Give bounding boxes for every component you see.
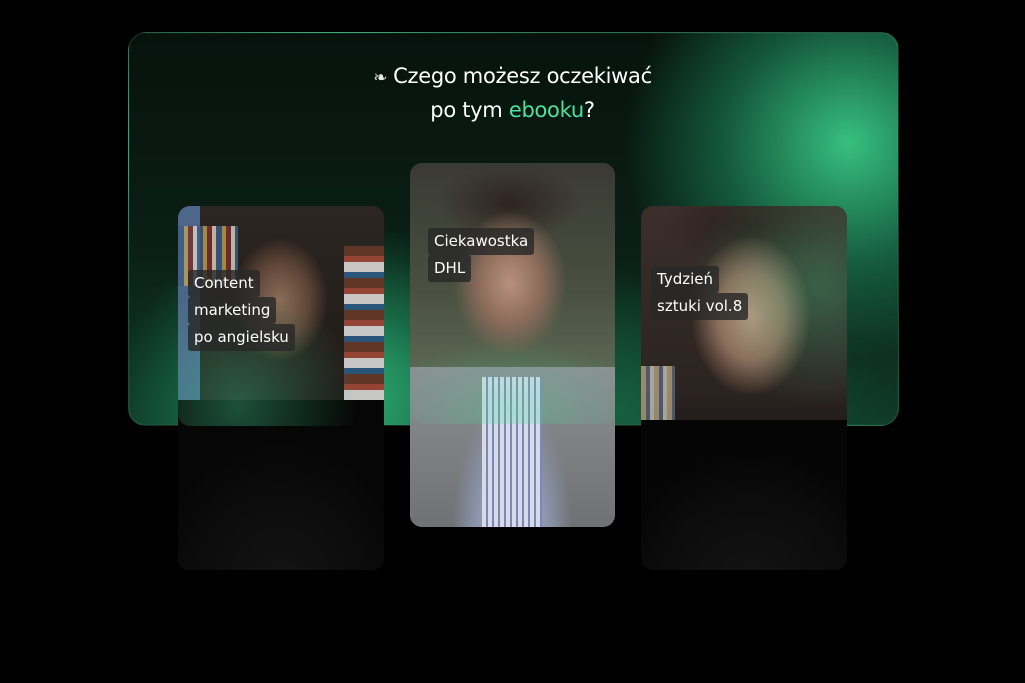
video-card-caption-line: po angielsku	[188, 324, 295, 351]
speaker-image	[641, 420, 847, 570]
heading-line-2-suffix: ?	[583, 98, 595, 122]
video-card-caption-line: DHL	[428, 255, 472, 282]
video-card-caption-line: Ciekawostka	[428, 228, 535, 255]
section-heading: ❧ Czego możesz oczekiwać po tym ebooku?	[0, 60, 1025, 126]
heading-line-2-prefix: po tym	[430, 98, 509, 122]
video-card-tydzien-sztuki[interactable]	[641, 206, 847, 570]
page: ❧ Czego możesz oczekiwać po tym ebooku? C…	[0, 0, 1025, 683]
video-card-caption-line: Content	[188, 270, 260, 297]
heading-line-2: po tym ebooku?	[0, 94, 1025, 126]
heading-accent-word: ebooku	[508, 98, 584, 122]
video-card-ciekawostka-dhl[interactable]	[410, 163, 615, 527]
video-card-caption-line: sztuki vol.8	[651, 293, 749, 320]
shirt-image	[482, 377, 542, 527]
video-card-caption-line: marketing	[188, 297, 277, 324]
heading-line-1-text: Czego możesz oczekiwać	[393, 64, 652, 88]
bookshelf-image	[344, 246, 384, 406]
video-card-caption-line: Tydzień	[651, 266, 720, 293]
heading-line-1: ❧ Czego możesz oczekiwać	[0, 60, 1025, 94]
floral-ornament-icon: ❧	[373, 68, 388, 88]
speaker-image	[178, 400, 384, 570]
video-card-content-marketing[interactable]	[178, 206, 384, 570]
